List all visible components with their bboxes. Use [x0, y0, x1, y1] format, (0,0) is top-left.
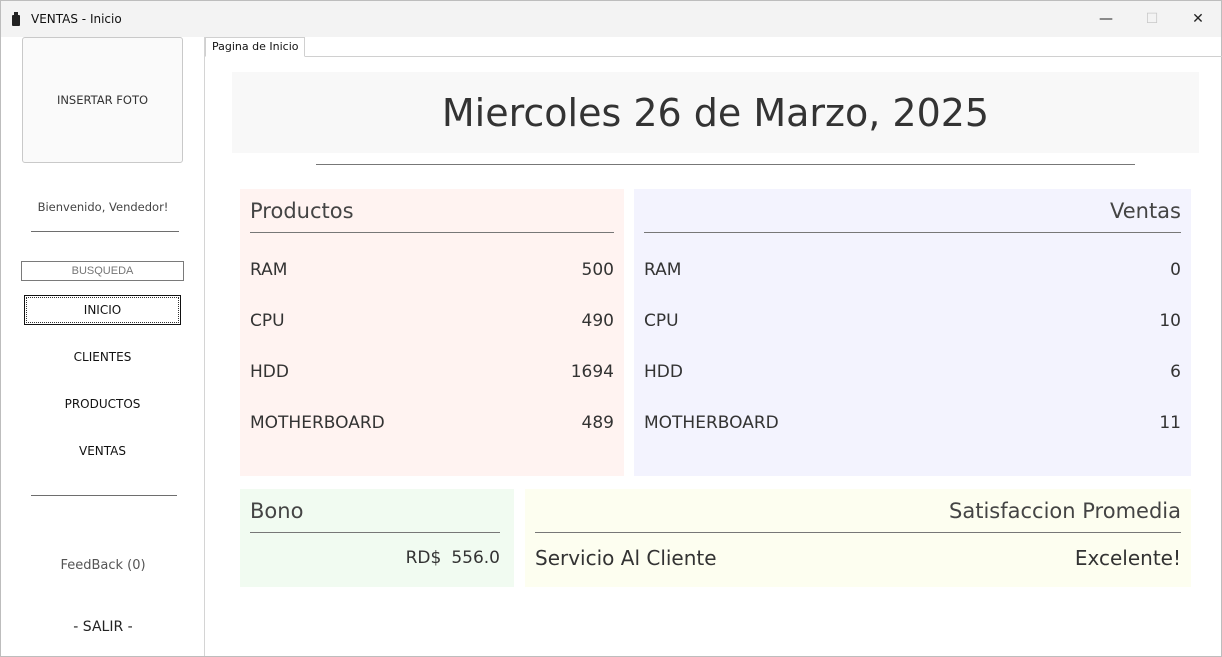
- ventas-panel: Ventas RAM 0 CPU 10 HDD 6 MOTHERBOARD 11: [634, 189, 1191, 476]
- bono-panel: Bono RD$ 556.0: [240, 489, 514, 587]
- productos-row: MOTHERBOARD 489: [250, 413, 614, 433]
- bono-title: Bono: [250, 499, 304, 523]
- date-heading: Miercoles 26 de Marzo, 2025: [232, 72, 1199, 153]
- satisfaccion-row: Servicio Al Cliente Excelente!: [535, 546, 1181, 570]
- row-label: CPU: [250, 311, 285, 331]
- row-label: CPU: [644, 311, 679, 331]
- row-value: 500: [581, 260, 614, 280]
- date-divider: [316, 164, 1135, 165]
- sidebar-divider: [31, 231, 179, 232]
- bono-amount-row: RD$ 556.0: [406, 548, 500, 568]
- tab-strip: Pagina de Inicio: [205, 37, 1222, 57]
- row-value: 490: [581, 311, 614, 331]
- productos-row: HDD 1694: [250, 362, 614, 382]
- close-button[interactable]: ✕: [1175, 1, 1221, 37]
- nav-item-clientes[interactable]: CLIENTES: [24, 342, 181, 372]
- row-label: MOTHERBOARD: [250, 413, 385, 433]
- ventas-row: CPU 10: [644, 311, 1181, 331]
- row-label: HDD: [250, 362, 289, 382]
- bono-amount: 556.0: [451, 548, 500, 568]
- row-label: RAM: [644, 260, 682, 280]
- nav-item-inicio[interactable]: INICIO: [24, 295, 181, 325]
- productos-divider: [250, 232, 614, 233]
- feedback-link[interactable]: FeedBack (0): [1, 558, 205, 573]
- title-bar: VENTAS - Inicio — ☐ ✕: [1, 1, 1221, 37]
- satisfaccion-value: Excelente!: [1074, 546, 1181, 570]
- row-label: HDD: [644, 362, 683, 382]
- search-input[interactable]: [21, 261, 184, 281]
- bono-divider: [250, 532, 500, 533]
- nav-item-productos[interactable]: PRODUCTOS: [24, 389, 181, 419]
- satisfaccion-panel: Satisfaccion Promedia Servicio Al Client…: [525, 489, 1191, 587]
- satisfaccion-label: Servicio Al Cliente: [535, 546, 717, 570]
- row-value: 1694: [570, 362, 614, 382]
- minimize-button[interactable]: —: [1083, 1, 1129, 37]
- app-window: VENTAS - Inicio — ☐ ✕ INSERTAR FOTO Bien…: [0, 0, 1222, 657]
- window-title: VENTAS - Inicio: [31, 12, 122, 26]
- row-value: 489: [581, 413, 614, 433]
- tab-pagina-de-inicio[interactable]: Pagina de Inicio: [205, 37, 306, 57]
- ventas-title: Ventas: [1109, 199, 1181, 223]
- productos-row: RAM 500: [250, 260, 614, 280]
- satisfaccion-title: Satisfaccion Promedia: [949, 499, 1181, 523]
- window-controls: — ☐ ✕: [1083, 1, 1221, 37]
- productos-title: Productos: [250, 199, 354, 223]
- app-icon: [11, 12, 21, 26]
- nav-item-ventas[interactable]: VENTAS: [24, 436, 181, 466]
- ventas-row: HDD 6: [644, 362, 1181, 382]
- satisfaccion-divider: [535, 532, 1181, 533]
- sidebar-divider: [31, 495, 177, 496]
- ventas-row: RAM 0: [644, 260, 1181, 280]
- maximize-button[interactable]: ☐: [1129, 1, 1175, 37]
- productos-panel: Productos RAM 500 CPU 490 HDD 1694 MOTHE…: [240, 189, 624, 476]
- row-label: MOTHERBOARD: [644, 413, 779, 433]
- insert-photo-button[interactable]: INSERTAR FOTO: [22, 37, 183, 163]
- bono-currency: RD$: [405, 548, 442, 568]
- productos-row: CPU 490: [250, 311, 614, 331]
- sidebar: INSERTAR FOTO Bienvenido, Vendedor! INIC…: [1, 37, 205, 656]
- logout-button[interactable]: - SALIR -: [1, 619, 205, 635]
- row-value: 6: [1170, 362, 1181, 382]
- row-label: RAM: [250, 260, 288, 280]
- row-value: 11: [1159, 413, 1181, 433]
- welcome-message: Bienvenido, Vendedor!: [37, 200, 169, 214]
- row-value: 0: [1170, 260, 1181, 280]
- row-value: 10: [1159, 311, 1181, 331]
- ventas-divider: [644, 232, 1181, 233]
- ventas-row: MOTHERBOARD 11: [644, 413, 1181, 433]
